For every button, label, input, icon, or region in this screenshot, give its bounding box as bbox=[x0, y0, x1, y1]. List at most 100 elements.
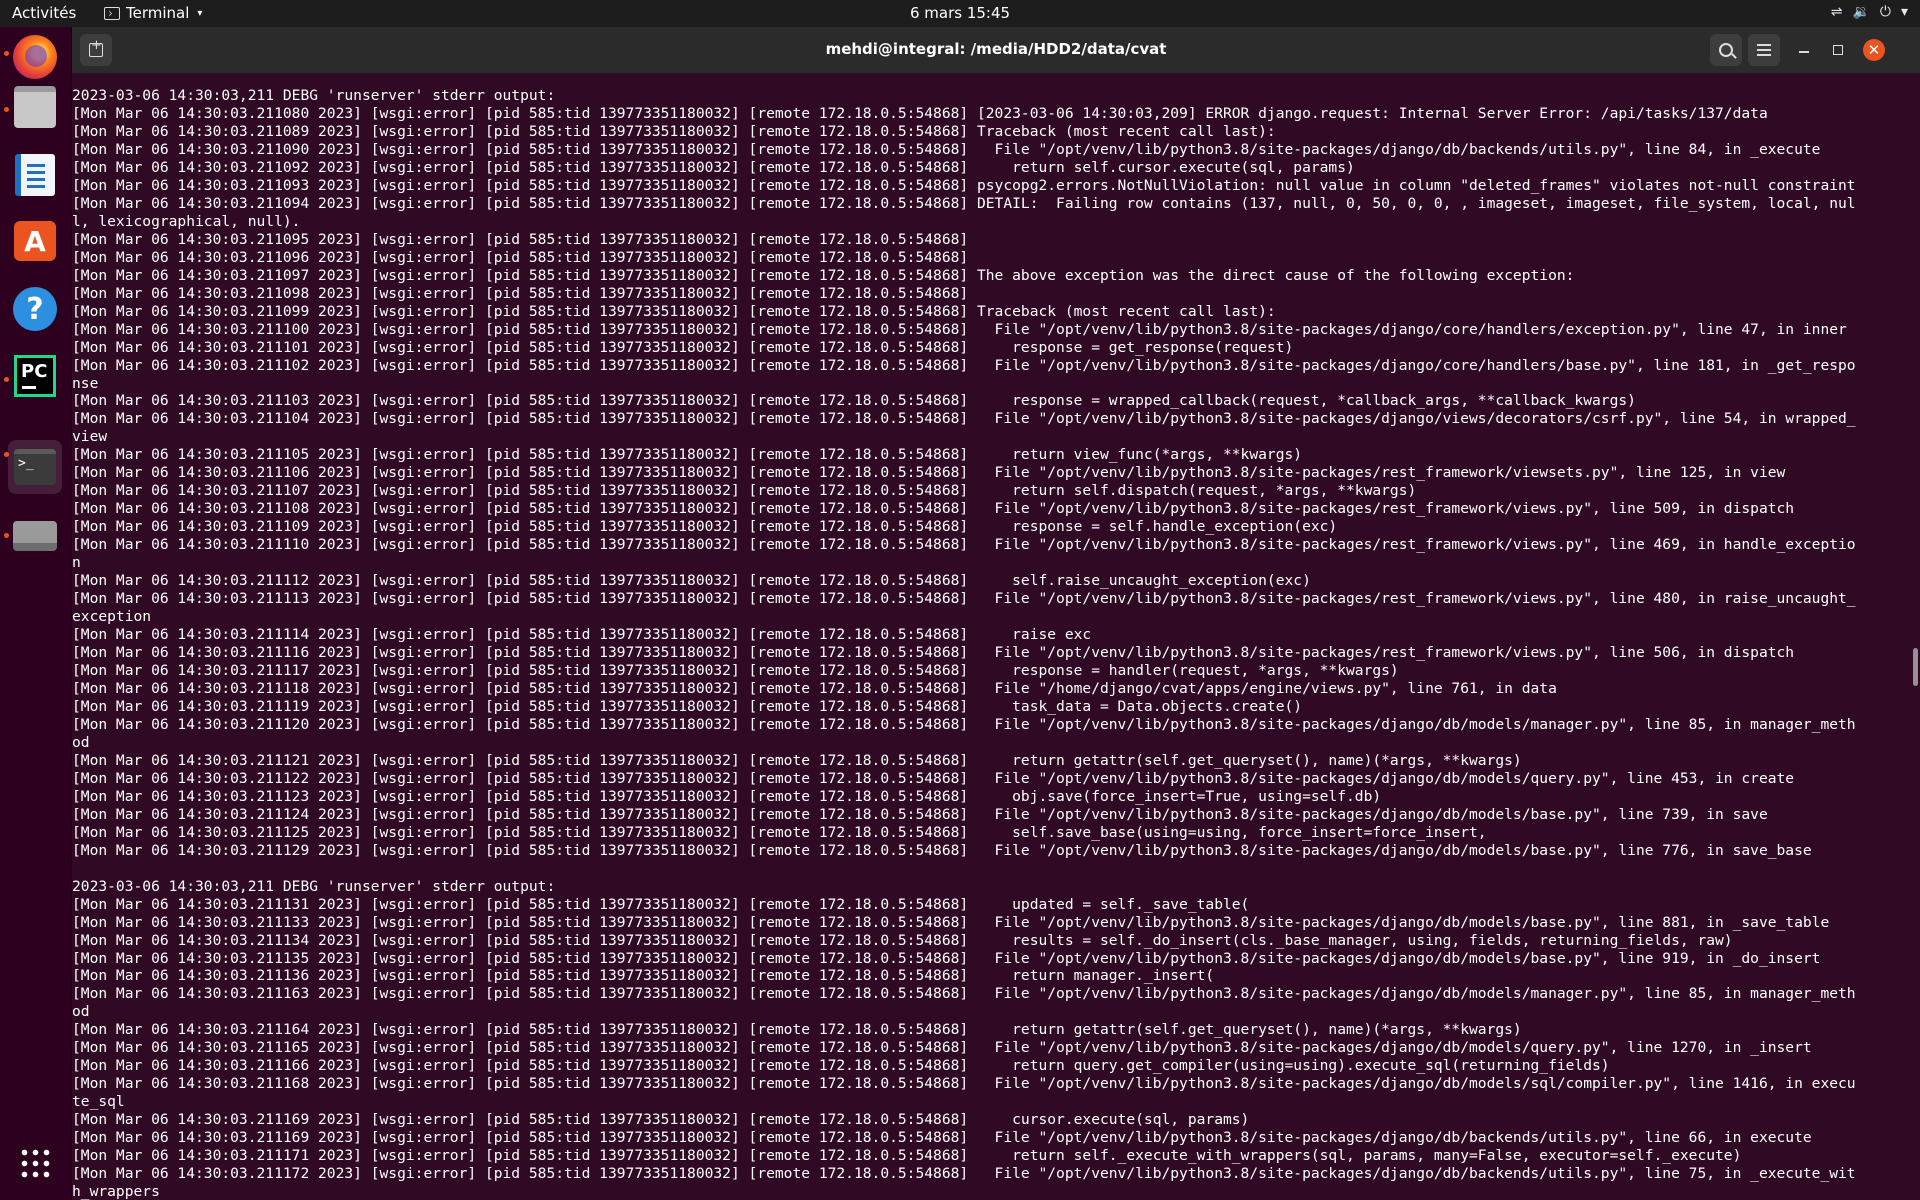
terminal-line: [Mon Mar 06 14:30:03.211122 2023] [wsgi:… bbox=[72, 769, 1795, 787]
terminal-line: [Mon Mar 06 14:30:03.211136 2023] [wsgi:… bbox=[72, 967, 1215, 985]
terminal-line: [Mon Mar 06 14:30:03.211166 2023] [wsgi:… bbox=[72, 1057, 1610, 1075]
terminal-line: [Mon Mar 06 14:30:03.211165 2023] [wsgi:… bbox=[72, 1039, 1812, 1057]
volume-icon: 🔉 bbox=[1852, 4, 1870, 20]
terminal-line: [Mon Mar 06 14:30:03.211169 2023] [wsgi:… bbox=[72, 1111, 1250, 1129]
terminal-line: [Mon Mar 06 14:30:03.211134 2023] [wsgi:… bbox=[72, 931, 1733, 949]
search-button[interactable] bbox=[1710, 34, 1742, 66]
terminal-line: [Mon Mar 06 14:30:03.211172 2023] [wsgi:… bbox=[72, 1165, 1856, 1183]
activities-button[interactable]: Activités bbox=[12, 4, 76, 22]
terminal-line: [Mon Mar 06 14:30:03.211089 2023] [wsgi:… bbox=[72, 122, 1276, 140]
maximize-button[interactable] bbox=[1822, 34, 1854, 66]
system-status-area[interactable]: ⇌ 🔉 ⏻ ▾ bbox=[1831, 4, 1908, 20]
terminal-line: exception bbox=[72, 608, 152, 626]
maximize-icon bbox=[1833, 45, 1843, 55]
terminal-line: [Mon Mar 06 14:30:03.211106 2023] [wsgi:… bbox=[72, 464, 1786, 482]
power-icon: ⏻ bbox=[1879, 4, 1891, 20]
software-store-icon: A bbox=[14, 221, 56, 261]
terminal-line: h_wrappers bbox=[72, 1183, 160, 1200]
terminal-line: [Mon Mar 06 14:30:03.211102 2023] [wsgi:… bbox=[72, 356, 1856, 374]
terminal-line: [Mon Mar 06 14:30:03.211129 2023] [wsgi:… bbox=[72, 841, 1812, 859]
terminal-line: [Mon Mar 06 14:30:03.211108 2023] [wsgi:… bbox=[72, 500, 1795, 518]
terminal-view[interactable]: 2023-03-06 14:30:03,211 DEBG 'runserver'… bbox=[72, 73, 1920, 1200]
help-launcher[interactable]: ? bbox=[8, 282, 62, 336]
terminal-line: [Mon Mar 06 14:30:03.211099 2023] [wsgi:… bbox=[72, 302, 1276, 320]
terminal-line: [Mon Mar 06 14:30:03.211109 2023] [wsgi:… bbox=[72, 518, 1338, 536]
terminal-line: [Mon Mar 06 14:30:03.211121 2023] [wsgi:… bbox=[72, 751, 1522, 769]
hamburger-icon bbox=[1757, 49, 1771, 51]
terminal-line: [Mon Mar 06 14:30:03.211110 2023] [wsgi:… bbox=[72, 536, 1856, 554]
terminal-line: [Mon Mar 06 14:30:03.211080 2023] [wsgi:… bbox=[72, 104, 1768, 122]
show-applications-button[interactable] bbox=[8, 1136, 62, 1190]
terminal-line: 2023-03-06 14:30:03,211 DEBG 'runserver'… bbox=[72, 877, 556, 895]
terminal-line: [Mon Mar 06 14:30:03.211096 2023] [wsgi:… bbox=[72, 248, 969, 266]
writer-icon bbox=[15, 154, 55, 196]
terminal-icon: >_ bbox=[14, 449, 56, 485]
drive-icon bbox=[13, 521, 57, 551]
terminal-line: [Mon Mar 06 14:30:03.211131 2023] [wsgi:… bbox=[72, 895, 1250, 913]
terminal-line: [Mon Mar 06 14:30:03.211105 2023] [wsgi:… bbox=[72, 446, 1303, 464]
app-menu-button[interactable]: Terminal ▾ bbox=[104, 4, 202, 22]
terminal-line: [Mon Mar 06 14:30:03.211097 2023] [wsgi:… bbox=[72, 266, 1575, 284]
minimize-button[interactable] bbox=[1788, 34, 1820, 66]
drive-launcher[interactable] bbox=[8, 509, 62, 563]
firefox-launcher[interactable] bbox=[8, 30, 62, 84]
terminal-line: [Mon Mar 06 14:30:03.211118 2023] [wsgi:… bbox=[72, 679, 1557, 697]
close-button[interactable]: ✕ bbox=[1858, 34, 1890, 66]
app-menu-label: Terminal bbox=[126, 4, 190, 22]
minimize-icon bbox=[1799, 51, 1809, 53]
terminal-line: [Mon Mar 06 14:30:03.211116 2023] [wsgi:… bbox=[72, 644, 1795, 662]
window-title: mehdi@integral: /media/HDD2/data/cvat bbox=[825, 40, 1167, 58]
terminal-line: [Mon Mar 06 14:30:03.211124 2023] [wsgi:… bbox=[72, 805, 1768, 823]
terminal-line: [Mon Mar 06 14:30:03.211133 2023] [wsgi:… bbox=[72, 913, 1830, 931]
scrollbar-thumb[interactable] bbox=[1913, 648, 1918, 686]
terminal-line: [Mon Mar 06 14:30:03.211090 2023] [wsgi:… bbox=[72, 140, 1821, 158]
scrollbar[interactable] bbox=[1910, 73, 1920, 1200]
terminal-line: [Mon Mar 06 14:30:03.211117 2023] [wsgi:… bbox=[72, 662, 1399, 679]
pycharm-icon: PC bbox=[14, 355, 56, 397]
clock[interactable]: 6 mars 15:45 bbox=[910, 4, 1010, 22]
terminal-line: [Mon Mar 06 14:30:03.211093 2023] [wsgi:… bbox=[72, 176, 1856, 194]
terminal-line: view bbox=[72, 428, 108, 446]
terminal-line: [Mon Mar 06 14:30:03.211168 2023] [wsgi:… bbox=[72, 1075, 1856, 1093]
terminal-line: nse bbox=[72, 374, 99, 392]
top-bar: Activités Terminal ▾ 6 mars 15:45 ⇌ 🔉 ⏻ … bbox=[0, 0, 1920, 27]
terminal-app-icon bbox=[104, 6, 120, 20]
network-icon: ⇌ bbox=[1830, 4, 1843, 20]
terminal-line: od bbox=[72, 733, 90, 751]
terminal-line: [Mon Mar 06 14:30:03.211171 2023] [wsgi:… bbox=[72, 1147, 1742, 1165]
libreoffice-writer-launcher[interactable] bbox=[8, 148, 62, 202]
terminal-line: [Mon Mar 06 14:30:03.211103 2023] [wsgi:… bbox=[72, 392, 1636, 410]
help-icon: ? bbox=[13, 287, 57, 331]
firefox-icon bbox=[13, 35, 57, 79]
ubuntu-software-launcher[interactable]: A bbox=[8, 214, 62, 268]
menu-button[interactable] bbox=[1748, 34, 1780, 66]
terminal-line: n bbox=[72, 554, 81, 572]
terminal-line: [Mon Mar 06 14:30:03.211125 2023] [wsgi:… bbox=[72, 823, 1487, 841]
files-launcher[interactable] bbox=[8, 80, 62, 134]
terminal-launcher[interactable]: >_ bbox=[8, 440, 62, 494]
search-icon bbox=[1719, 43, 1733, 57]
terminal-line: [Mon Mar 06 14:30:03.211094 2023] [wsgi:… bbox=[72, 194, 1856, 212]
terminal-line: l, lexicographical, null). bbox=[72, 212, 301, 230]
terminal-line: te_sql bbox=[72, 1093, 125, 1111]
files-icon bbox=[14, 86, 56, 128]
window-titlebar: mehdi@integral: /media/HDD2/data/cvat ✕ bbox=[72, 27, 1920, 73]
terminal-line: od bbox=[72, 1003, 90, 1021]
terminal-line: [Mon Mar 06 14:30:03.211135 2023] [wsgi:… bbox=[72, 949, 1821, 967]
close-icon: ✕ bbox=[1863, 39, 1885, 61]
terminal-line: [Mon Mar 06 14:30:03.211123 2023] [wsgi:… bbox=[72, 787, 1382, 805]
chevron-down-icon: ▾ bbox=[197, 7, 203, 19]
terminal-line: [Mon Mar 06 14:30:03.211164 2023] [wsgi:… bbox=[72, 1021, 1522, 1039]
terminal-line: [Mon Mar 06 14:30:03.211163 2023] [wsgi:… bbox=[72, 985, 1856, 1003]
dock: A ? PC >_ bbox=[0, 27, 72, 1200]
terminal-line: [Mon Mar 06 14:30:03.211113 2023] [wsgi:… bbox=[72, 590, 1856, 608]
terminal-output[interactable]: 2023-03-06 14:30:03,211 DEBG 'runserver'… bbox=[72, 87, 1902, 1200]
app-grid-icon bbox=[19, 1147, 51, 1179]
pycharm-launcher[interactable]: PC bbox=[8, 349, 62, 403]
terminal-line: [Mon Mar 06 14:30:03.211095 2023] [wsgi:… bbox=[72, 230, 969, 248]
terminal-line: [Mon Mar 06 14:30:03.211169 2023] [wsgi:… bbox=[72, 1129, 1812, 1147]
terminal-line: [Mon Mar 06 14:30:03.211107 2023] [wsgi:… bbox=[72, 482, 1417, 500]
terminal-line: 2023-03-06 14:30:03,211 DEBG 'runserver'… bbox=[72, 87, 556, 104]
chevron-down-icon: ▾ bbox=[1900, 4, 1908, 20]
